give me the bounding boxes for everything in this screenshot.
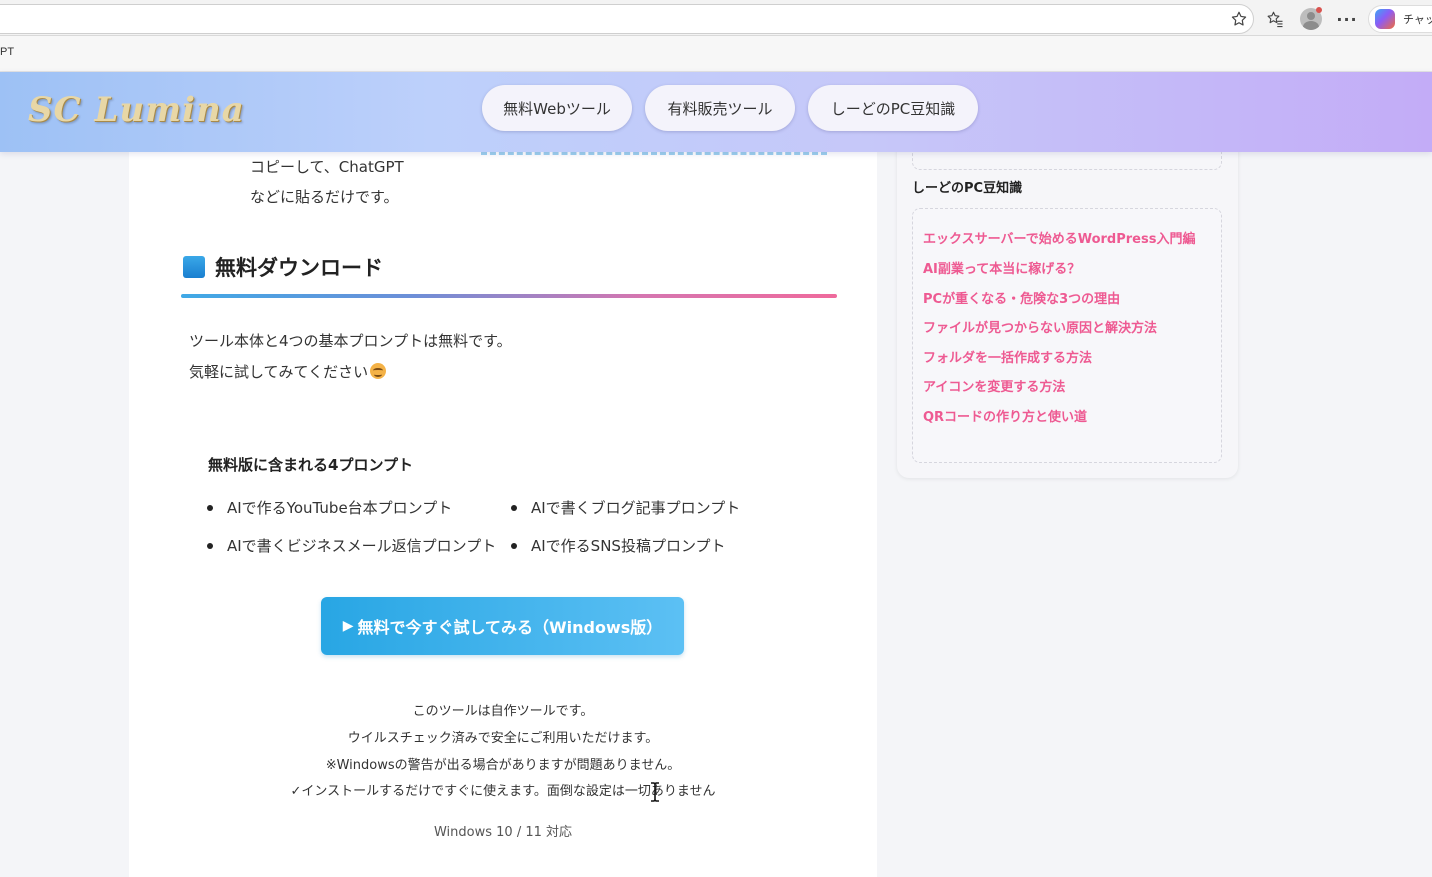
article-card: コピーして、ChatGPT などに貼るだけです。 無料ダウンロード ツール本体と…	[129, 152, 877, 877]
notification-dot	[1316, 7, 1322, 13]
list-item: AIで作るSNS投稿プロンプト	[511, 535, 726, 556]
sidebar-heading: しーどのPC豆知識	[912, 181, 1023, 196]
copilot-button[interactable]: チャット	[1368, 5, 1432, 33]
sidebar-link-wordpress[interactable]: エックスサーバーで始めるWordPress入門編	[923, 228, 1195, 247]
section-heading: 無料ダウンロード	[183, 252, 383, 282]
smile-icon	[370, 363, 387, 379]
copilot-label: チャット	[1403, 14, 1432, 26]
browser-toolbar: ··· チャット	[0, 0, 1432, 36]
sidebar-link-qr-code[interactable]: QRコードの作り方と使い道	[923, 406, 1087, 425]
nav-paid-tools[interactable]: 有料販売ツール	[645, 85, 795, 131]
section-heading-text: 無料ダウンロード	[215, 256, 383, 280]
download-button-label: 無料で今すぐ試してみる（Windows版）	[357, 618, 663, 637]
more-icon[interactable]: ···	[1335, 7, 1359, 31]
address-bar[interactable]	[0, 4, 1254, 34]
text-cursor-icon	[651, 782, 659, 802]
play-icon: ▶	[342, 618, 354, 634]
profile-icon[interactable]	[1299, 7, 1323, 31]
step-text-line: などに貼るだけです。	[250, 188, 399, 206]
download-button[interactable]: ▶ 無料で今すぐ試してみる（Windows版）	[321, 597, 684, 655]
list-item: AIで書くブログ記事プロンプト	[511, 497, 740, 518]
bookmarks-bar: PT	[0, 36, 1432, 72]
site-header: SC Lumina 無料Webツール 有料販売ツール しーどのPC豆知識	[0, 72, 1432, 152]
sidebar-link-list: エックスサーバーで始めるWordPress入門編 AI副業って本当に稼げる？ P…	[912, 208, 1222, 463]
note-text: ✓インストールするだけですぐに使えます。面倒な設定は一切ありません	[129, 780, 877, 799]
code-box-border	[481, 152, 827, 155]
list-item: AIで作るYouTube台本プロンプト	[207, 497, 452, 518]
nav-free-web-tools[interactable]: 無料Webツール	[482, 85, 632, 131]
nav-pc-tips[interactable]: しーどのPC豆知識	[808, 85, 978, 131]
intro-text: ツール本体と4つの基本プロンプトは無料です。	[189, 332, 512, 350]
compat-note: Windows 10 / 11 対応	[433, 825, 573, 840]
step-text-line: コピーして、ChatGPT	[250, 158, 404, 176]
intro-text-2-label: 気軽に試してみてください	[189, 363, 369, 381]
blue-square-icon	[183, 256, 205, 278]
star-icon[interactable]	[1227, 7, 1251, 31]
note-text: このツールは自作ツールです。	[412, 704, 594, 719]
sidebar-link-ai-side-job[interactable]: AI副業って本当に稼げる？	[923, 258, 1080, 277]
sidebar-link-slow-pc[interactable]: PCが重くなる・危険な3つの理由	[923, 288, 1120, 307]
intro-text-2: 気軽に試してみてください	[189, 361, 387, 382]
note-text: ※Windowsの警告が出る場合がありますが問題ありません。	[325, 758, 681, 773]
copilot-icon	[1375, 9, 1395, 29]
check-icon: ✓	[290, 784, 302, 799]
prompt-list-title: 無料版に含まれる4プロンプト	[208, 456, 413, 474]
sidebar-link-missing-file[interactable]: ファイルが見つからない原因と解決方法	[923, 317, 1157, 336]
favorites-icon[interactable]	[1263, 7, 1287, 31]
sidebar-card: しーどのPC豆知識 エックスサーバーで始めるWordPress入門編 AI副業っ…	[897, 120, 1238, 478]
sidebar-link-bulk-folders[interactable]: フォルダを一括作成する方法	[923, 347, 1092, 366]
sidebar-link-change-icon[interactable]: アイコンを変更する方法	[923, 376, 1065, 395]
note-text: ウイルスチェック済みで安全にご利用いただけます。	[347, 731, 659, 746]
bookmark-item[interactable]: PT	[0, 46, 14, 58]
step-text: コピーして、ChatGPT などに貼るだけです。	[250, 152, 450, 212]
heading-underline	[181, 294, 837, 298]
site-logo[interactable]: SC Lumina	[28, 90, 245, 130]
list-item: AIで書くビジネスメール返信プロンプト	[207, 535, 496, 556]
